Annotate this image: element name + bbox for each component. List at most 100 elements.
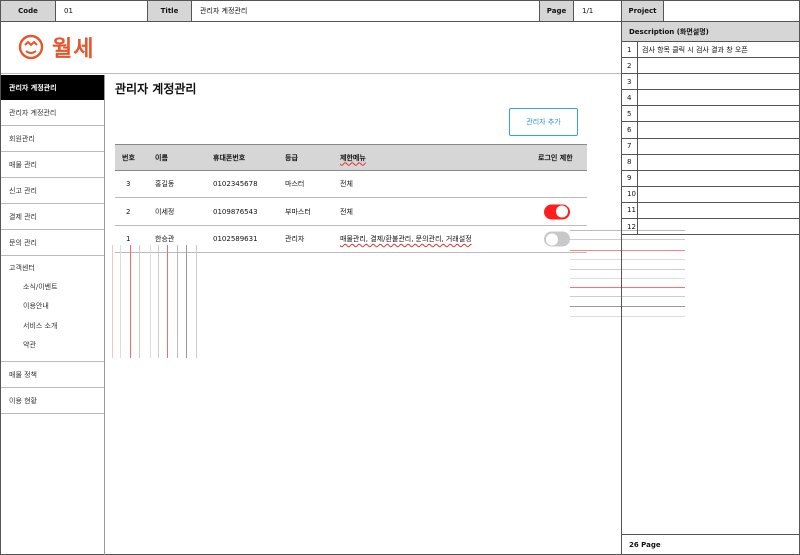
title-value: 관리자 계정관리 xyxy=(192,1,540,21)
sidebar-item-usage-status[interactable]: 이용 현황 xyxy=(1,388,104,414)
sidebar-group-title[interactable]: 고객센터 xyxy=(9,263,104,277)
cell-grade: 부마스터 xyxy=(285,207,311,216)
login-restriction-toggle[interactable] xyxy=(544,204,570,219)
login-restriction-toggle[interactable] xyxy=(544,231,570,247)
screen-frame: 월세 관리자 계정관리 관리자 계정관리 회원관리 매물 관리 신고 관리 결제… xyxy=(0,22,621,555)
col-grade: 등급 xyxy=(285,153,298,162)
cell-name: 홍길동 xyxy=(155,180,175,188)
cell-menu: 전체 xyxy=(340,180,353,188)
row-text xyxy=(638,90,799,105)
cell-no: 2 xyxy=(126,207,131,216)
sidebar-item-admin-accounts[interactable]: 관리자 계정관리 xyxy=(1,100,104,126)
cell-menu: 전체 xyxy=(340,207,353,216)
cell-grade: 마스터 xyxy=(285,180,305,188)
code-value: 01 xyxy=(56,1,148,21)
sidebar-item-inquiries[interactable]: 문의 관리 xyxy=(1,230,104,256)
artifact-line xyxy=(112,245,113,358)
row-number: 12 xyxy=(622,219,638,235)
table-row[interactable]: 2 이세정 0109876543 부마스터 전체 xyxy=(115,198,587,226)
logo-text: 월세 xyxy=(52,37,95,62)
row-number: 1 xyxy=(622,42,638,58)
row-text xyxy=(638,74,799,89)
sidebar-sub-service-intro[interactable]: 서비스 소개 xyxy=(9,316,104,336)
artifact-line xyxy=(158,245,159,358)
logo-area: 월세 xyxy=(1,22,621,74)
sidebar-sub-news[interactable]: 소식/이벤트 xyxy=(9,277,104,297)
artifact-line xyxy=(177,245,178,358)
cell-no: 1 xyxy=(126,235,131,243)
row-text xyxy=(638,139,799,154)
row-number: 9 xyxy=(622,170,638,186)
row-text xyxy=(638,58,799,73)
row-number: 7 xyxy=(622,138,638,154)
toggle-knob xyxy=(546,233,558,245)
description-row: 12 xyxy=(622,219,799,236)
row-text xyxy=(638,171,799,186)
description-row: 6 xyxy=(622,122,799,139)
description-row: 3 xyxy=(622,74,799,91)
description-row: 7 xyxy=(622,138,799,155)
artifact-vertical-lines xyxy=(110,245,200,358)
cell-menu: 매물관리, 결제/환불관리, 문의관리, 거래설정 xyxy=(340,235,472,243)
logo-icon xyxy=(18,34,44,60)
table-header: 번호 이름 휴대폰번호 등급 제한메뉴 로그인 제한 xyxy=(115,144,587,171)
row-number: 4 xyxy=(622,90,638,106)
cell-grade: 관리자 xyxy=(285,235,305,243)
row-text xyxy=(638,187,799,202)
sidebar-sub-guide[interactable]: 이용안내 xyxy=(9,297,104,317)
sidebar-group-customer-center: 고객센터 소식/이벤트 이용안내 서비스 소개 약관 xyxy=(1,256,104,362)
description-row: 4 xyxy=(622,90,799,107)
cell-name: 한승관 xyxy=(155,235,175,243)
description-row: 8 xyxy=(622,154,799,171)
row-number: 2 xyxy=(622,58,638,74)
description-row: 2 xyxy=(622,58,799,75)
row-text: 검사 항목 클릭 시 검사 결과 창 오픈 xyxy=(642,45,748,54)
description-row: 10 xyxy=(622,186,799,203)
row-text xyxy=(638,219,799,234)
description-panel: Description (화면설명) 1 검사 항목 클릭 시 검사 결과 창 오… xyxy=(621,22,800,555)
page-footer: 26 Page xyxy=(622,534,799,554)
project-label: Project xyxy=(622,1,664,21)
header-bar: Code 01 Title 관리자 계정관리 Page 1/1 Project xyxy=(0,0,800,22)
row-number: 10 xyxy=(622,186,638,202)
add-admin-button[interactable]: 관리자 추가 xyxy=(509,108,578,136)
description-row: 1 검사 항목 클릭 시 검사 결과 창 오픈 xyxy=(622,42,799,59)
description-row: 9 xyxy=(622,170,799,187)
description-row: 5 xyxy=(622,106,799,123)
row-number: 5 xyxy=(622,106,638,122)
col-login-restriction: 로그인 제한 xyxy=(538,153,573,162)
code-label: Code xyxy=(1,1,56,21)
description-title: Description (화면설명) xyxy=(622,22,799,42)
sidebar-item-members[interactable]: 회원관리 xyxy=(1,126,104,152)
toggle-knob xyxy=(556,205,568,218)
logo[interactable]: 월세 xyxy=(15,31,94,63)
sidebar-item-reports[interactable]: 신고 관리 xyxy=(1,178,104,204)
artifact-line xyxy=(186,245,187,358)
cell-name: 이세정 xyxy=(155,207,175,216)
page-value: 1/1 xyxy=(574,1,622,21)
cell-phone: 0109876543 xyxy=(213,207,258,216)
row-number: 6 xyxy=(622,122,638,138)
row-text xyxy=(638,155,799,170)
row-number: 3 xyxy=(622,74,638,90)
sidebar-sub-terms[interactable]: 약관 xyxy=(9,336,104,356)
cell-phone: 0102589631 xyxy=(213,235,258,243)
row-text xyxy=(638,106,799,121)
sidebar-item-listing-policy[interactable]: 매물 정책 xyxy=(1,362,104,388)
table-row[interactable]: 3 홍길동 0102345678 마스터 전체 xyxy=(115,171,587,198)
artifact-line xyxy=(139,245,140,358)
sidebar-item-payments[interactable]: 결제 관리 xyxy=(1,204,104,230)
description-row: 11 xyxy=(622,202,799,220)
cell-phone: 0102345678 xyxy=(213,180,258,188)
col-name: 이름 xyxy=(155,153,168,162)
page-label: Page xyxy=(540,1,574,21)
sidebar-item-listings[interactable]: 매물 관리 xyxy=(1,152,104,178)
title-label: Title xyxy=(148,1,192,21)
artifact-line xyxy=(120,245,121,358)
sidebar: 관리자 계정관리 관리자 계정관리 회원관리 매물 관리 신고 관리 결제 관리… xyxy=(1,75,105,555)
admin-table: 번호 이름 휴대폰번호 등급 제한메뉴 로그인 제한 3 홍길동 0102345… xyxy=(115,144,587,253)
row-text xyxy=(638,203,799,218)
page-title: 관리자 계정관리 xyxy=(115,82,197,96)
artifact-line xyxy=(130,245,131,358)
sidebar-section-active[interactable]: 관리자 계정관리 xyxy=(1,75,104,100)
